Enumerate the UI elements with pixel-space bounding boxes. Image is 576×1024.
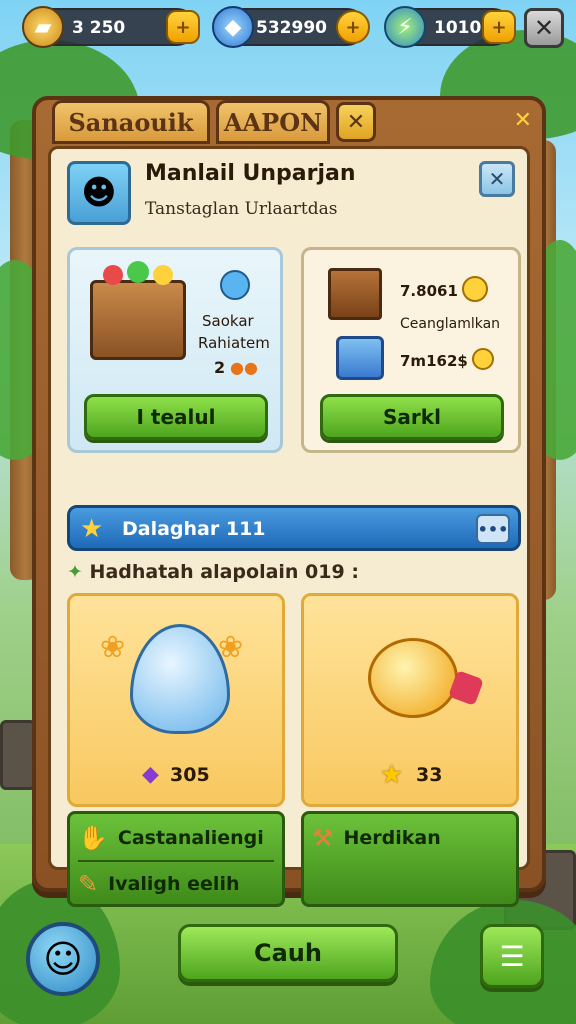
info-banner[interactable]: ★ Dalaghar 111 ••• <box>67 505 521 551</box>
right-card-button[interactable]: Sarkl <box>320 394 504 440</box>
star-reward-icon: ★ <box>380 760 404 790</box>
tab-sanaouik[interactable]: Sanaouik <box>52 100 210 144</box>
close-icon-button[interactable]: ✕ <box>524 8 564 48</box>
add-gems-button[interactable]: + <box>336 10 370 44</box>
action-row-3-label: Herdikan <box>343 827 441 849</box>
panel-close-icon[interactable]: ✕ <box>514 108 532 133</box>
action-row-1-label: Castanaliengi <box>117 827 264 849</box>
chest-item-name: Saokar <box>202 312 254 330</box>
blue-blob-icon <box>220 270 250 300</box>
gold-value: 3 250 <box>72 18 126 38</box>
player-avatar-button[interactable]: ☺ <box>26 922 100 996</box>
golden-shell-icon <box>368 638 458 718</box>
main-panel: Sanaouik AAPON ✕ ✕ ☻ Manlail Unparjan Ta… <box>32 96 546 907</box>
tab-aapon[interactable]: AAPON <box>216 100 330 144</box>
lightning-icon: ⚡ <box>384 6 426 48</box>
profile-subtitle: Tanstaglan Urlaartdas <box>145 199 338 219</box>
gem-chest-icon <box>336 336 384 380</box>
blue-gem-icon: ◆ <box>212 6 254 48</box>
main-action-button[interactable]: Cauh <box>178 924 398 982</box>
energy-counter: ⚡ 1010 + <box>384 6 516 48</box>
coin-icon <box>462 276 488 302</box>
banner-more-button[interactable]: ••• <box>476 514 510 544</box>
section-title-text: Hadhatah alapolain 019 : <box>89 561 359 583</box>
profile-avatar: ☻ <box>67 161 131 225</box>
hand-icon: ✋ <box>78 824 108 852</box>
offer-card: 7.8061 Ceanglamlkan 7m162$ Sarkl <box>301 247 521 453</box>
reward-left-value: 305 <box>170 764 210 786</box>
reward-card-left[interactable]: ❀ ❀ ◆ 305 <box>67 593 285 807</box>
reward-right-value: 33 <box>416 764 443 786</box>
offer-line-3: 7m162$ <box>400 352 468 370</box>
section-title: ✦ Hadhatah alapolain 019 : <box>67 561 359 583</box>
action-row-3[interactable]: ⚒ Herdikan <box>312 818 508 858</box>
tab-close-icon[interactable]: ✕ <box>336 102 376 142</box>
puzzle-icon: ✦ <box>67 561 83 583</box>
offer-line-2: Ceanglamlkan <box>400 316 501 332</box>
action-row-1[interactable]: ✋ Castanaliengi <box>78 818 274 858</box>
treasure-chest-icon <box>90 261 186 360</box>
chest-item-sub: Rahiatem <box>198 334 270 352</box>
star-icon: ★ <box>80 514 104 544</box>
wooden-box-icon <box>328 268 382 320</box>
add-gold-button[interactable]: + <box>166 10 200 44</box>
energy-value: 1010 <box>434 18 482 38</box>
gem-value: 532990 <box>256 18 327 38</box>
coin-small-icon <box>472 348 494 370</box>
add-energy-button[interactable]: + <box>482 10 516 44</box>
action-bar-right: ⚒ Herdikan <box>301 811 519 907</box>
left-card-button[interactable]: I tealul <box>84 394 268 440</box>
banner-label: Dalaghar 111 <box>122 518 266 540</box>
scroll-icon: ✎ <box>78 870 99 898</box>
gold-counter: ▰ 3 250 + <box>22 6 200 48</box>
profile-close-icon[interactable]: ✕ <box>479 161 515 197</box>
hammer-icon: ⚒ <box>312 824 334 852</box>
action-bar-left: ✋ Castanaliengi ✎ Ivaligh eelih <box>67 811 285 907</box>
purple-gem-icon: ◆ <box>142 762 159 787</box>
action-row-2[interactable]: ✎ Ivaligh eelih <box>78 864 274 904</box>
heart-icon: ●● <box>230 358 258 377</box>
panel-content: ☻ Manlail Unparjan Tanstaglan Urlaartdas… <box>48 146 530 907</box>
menu-icon-button[interactable]: ☰ <box>480 924 544 988</box>
water-drop-icon <box>130 624 230 734</box>
profile-name: Manlail Unparjan <box>145 161 356 186</box>
chest-item-count: 2 <box>214 358 226 377</box>
gem-counter: ◆ 532990 + <box>212 6 370 48</box>
leaf-icon: ❀ <box>100 630 126 665</box>
action-row-2-label: Ivaligh eelih <box>108 873 240 895</box>
leaf-right-icon: ❀ <box>218 630 244 665</box>
chest-card: Saokar Rahiatem 2 ●● I tealul <box>67 247 283 453</box>
gold-bar-icon: ▰ <box>22 6 64 48</box>
reward-card-right[interactable]: ★ 33 <box>301 593 519 807</box>
offer-line-1: 7.8061 <box>400 282 458 300</box>
